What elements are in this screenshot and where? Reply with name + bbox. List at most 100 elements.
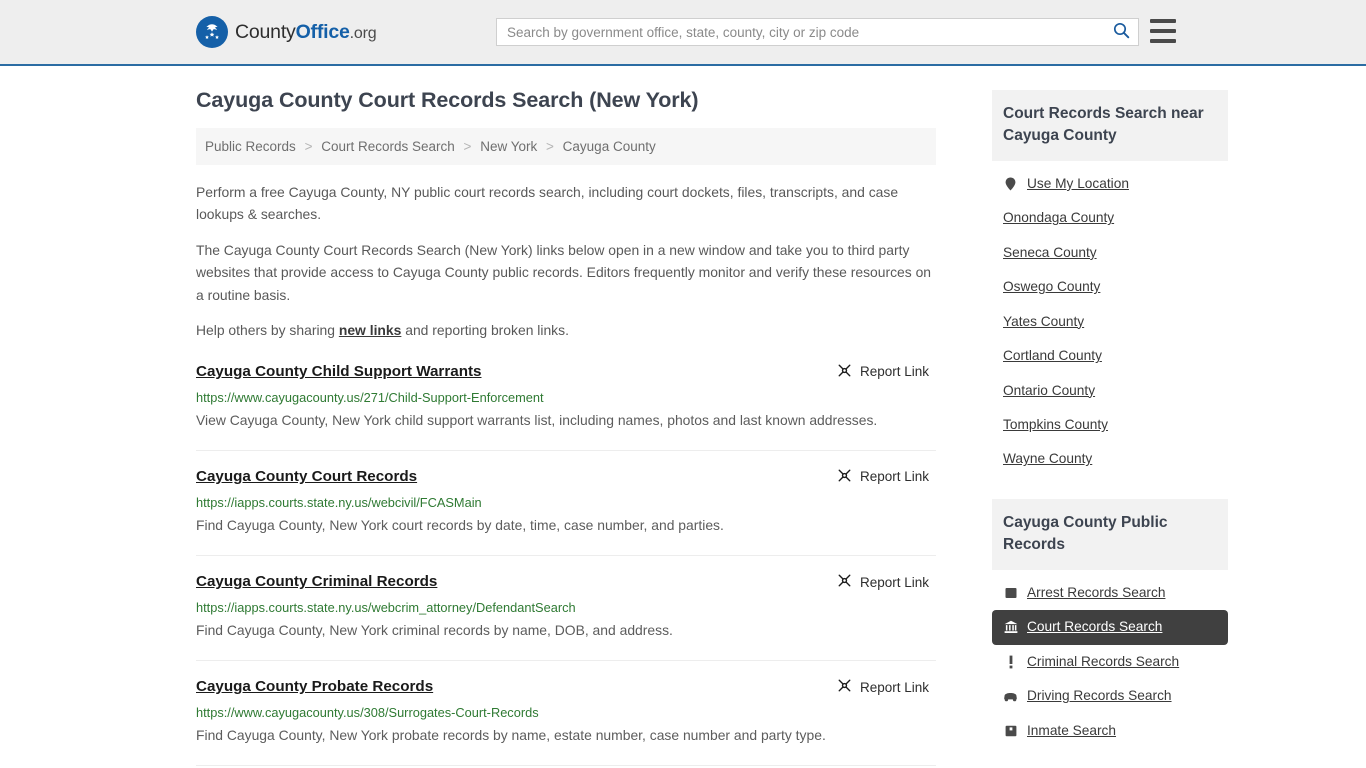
result-description: Find Cayuga County, New York probate rec… <box>196 727 826 744</box>
report-link-label: Report Link <box>859 679 929 695</box>
intro-p3-before: Help others by sharing <box>196 322 339 339</box>
list-item: Court Records Search <box>992 610 1228 645</box>
result-url: https://iapps.courts.state.ny.us/webcrim… <box>196 599 576 615</box>
broken-link-icon <box>837 573 852 591</box>
sidebar-item-seneca-county[interactable]: Seneca County <box>992 236 1228 270</box>
result-url: https://www.cayugacounty.us/271/Child-Su… <box>196 389 544 405</box>
breadcrumb-item-0[interactable]: Public Records <box>205 139 296 154</box>
sidebar-item-label: Oswego County <box>1003 279 1101 295</box>
sidebar-item-wayne-county[interactable]: Wayne County <box>992 442 1228 476</box>
report-link-button[interactable]: Report Link <box>837 678 929 696</box>
breadcrumb-separator-0: > <box>304 138 313 154</box>
search-bar <box>496 18 1139 46</box>
list-item: Seneca County <box>992 236 1228 270</box>
result-description: Find Cayuga County, New York court recor… <box>196 517 724 534</box>
intro-paragraph-1: Perform a free Cayuga County, NY public … <box>196 183 899 223</box>
intro-paragraph-3: Help others by sharing new links and rep… <box>196 319 936 342</box>
report-link-button[interactable]: Report Link <box>837 468 929 486</box>
list-item: Ontario County <box>992 374 1228 408</box>
breadcrumb-separator-2: > <box>546 138 554 154</box>
report-link-label: Report Link <box>859 364 929 380</box>
report-link-button[interactable]: Report Link <box>837 573 929 591</box>
result-url: https://iapps.courts.state.ny.us/webcivi… <box>196 494 482 510</box>
breadcrumb-item-1[interactable]: Court Records Search <box>321 139 455 154</box>
result-title-link[interactable]: Cayuga County Child Support Warrants <box>196 362 481 382</box>
square-badge-icon <box>1003 586 1018 601</box>
sidebar-item-cortland-county[interactable]: Cortland County <box>992 339 1228 373</box>
sidebar-item-label: Inmate Search <box>1027 722 1117 738</box>
breadcrumb-item-3[interactable]: Cayuga County <box>563 139 656 154</box>
inmate-icon <box>1003 723 1018 738</box>
sidebar-nearby-title: Court Records Search near Cayuga County <box>992 90 1228 161</box>
sidebar-item-driving-records-search[interactable]: Driving Records Search <box>992 679 1228 713</box>
result-title-link[interactable]: Cayuga County Court Records <box>196 467 417 487</box>
courthouse-icon <box>1003 620 1018 635</box>
main-content: Cayuga County Court Records Search (New … <box>196 66 936 768</box>
sidebar-item-ontario-county[interactable]: Ontario County <box>992 374 1228 408</box>
list-item: Wayne County <box>992 442 1228 476</box>
report-link-button[interactable]: Report Link <box>837 363 929 381</box>
brand-part-office: Office <box>295 20 350 43</box>
search-input[interactable] <box>497 19 1104 45</box>
intro-p3-after: and reporting broken links. <box>401 322 569 339</box>
sidebar-public-records-title: Cayuga County Public Records <box>992 498 1228 570</box>
intro-paragraph-2: The Cayuga County Court Records Search (… <box>196 241 932 303</box>
eagle-seal-icon <box>196 16 228 48</box>
sidebar-item-criminal-records-search[interactable]: Criminal Records Search <box>992 645 1228 679</box>
sidebar-item-label: Seneca County <box>1003 244 1097 260</box>
search-icon <box>1113 22 1130 42</box>
broken-link-icon <box>837 363 852 381</box>
result-header: Cayuga County Court Records Report Link <box>196 467 936 487</box>
sidebar-item-label: Cortland County <box>1003 348 1102 364</box>
broken-link-icon <box>837 468 852 486</box>
sidebar-item-label: Wayne County <box>1003 451 1093 467</box>
breadcrumb: Public Records > Court Records Search > … <box>196 127 936 165</box>
result-title-link[interactable]: Cayuga County Criminal Records <box>196 572 437 592</box>
intro-text: Perform a free Cayuga County, NY public … <box>196 181 936 342</box>
result-header: Cayuga County Criminal Records Report Li… <box>196 572 936 592</box>
sidebar-item-use-my-location[interactable]: Use My Location <box>992 167 1228 201</box>
sidebar-item-inmate-search[interactable]: Inmate Search <box>992 714 1228 748</box>
result-title-link[interactable]: Cayuga County Probate Records <box>196 677 433 697</box>
result-item: Cayuga County Court Records Report Link … <box>196 467 936 556</box>
sidebar-item-court-records-search[interactable]: Court Records Search <box>992 610 1228 645</box>
sidebar-item-label: Use My Location <box>1027 175 1129 191</box>
result-description: Find Cayuga County, New York criminal re… <box>196 622 673 639</box>
sidebar-item-oswego-county[interactable]: Oswego County <box>992 270 1228 304</box>
broken-link-icon <box>837 678 852 696</box>
result-header: Cayuga County Probate Records Report Lin… <box>196 677 936 697</box>
list-item: Inmate Search <box>992 714 1228 748</box>
brand-part-org: .org <box>349 24 377 42</box>
result-header: Cayuga County Child Support Warrants Rep… <box>196 362 936 382</box>
new-links-link[interactable]: new links <box>339 322 402 338</box>
hamburger-menu-icon[interactable] <box>1150 19 1176 43</box>
list-item: Tompkins County <box>992 408 1228 442</box>
map-pin-icon <box>1003 177 1018 192</box>
sidebar-item-arrest-records-search[interactable]: Arrest Records Search <box>992 576 1228 610</box>
sidebar-item-onondaga-county[interactable]: Onondaga County <box>992 201 1228 235</box>
sidebar-item-label: Driving Records Search <box>1027 688 1172 704</box>
site-logo[interactable]: CountyOffice.org <box>196 16 377 48</box>
breadcrumb-item-2[interactable]: New York <box>480 139 537 154</box>
sidebar-item-label: Onondaga County <box>1003 210 1115 226</box>
list-item: Use My Location <box>992 167 1228 201</box>
page-title: Cayuga County Court Records Search (New … <box>196 88 699 112</box>
report-link-label: Report Link <box>859 469 929 485</box>
result-description: View Cayuga County, New York child suppo… <box>196 412 878 429</box>
search-button[interactable] <box>1104 19 1138 45</box>
result-item: Cayuga County Child Support Warrants Rep… <box>196 362 936 451</box>
result-item: Cayuga County Probate Records Report Lin… <box>196 677 936 767</box>
result-item: Cayuga County Criminal Records Report Li… <box>196 572 936 662</box>
sidebar-item-tompkins-county[interactable]: Tompkins County <box>992 408 1228 442</box>
site-header: CountyOffice.org <box>0 0 1366 66</box>
sidebar-item-label: Yates County <box>1003 313 1085 329</box>
menu-bar-2 <box>1150 29 1176 33</box>
sidebar-item-label: Tompkins County <box>1003 417 1108 432</box>
sidebar-item-label: Arrest Records Search <box>1027 584 1166 600</box>
breadcrumb-separator-1: > <box>463 138 472 154</box>
menu-bar-3 <box>1150 39 1176 43</box>
sidebar-item-yates-county[interactable]: Yates County <box>992 305 1228 339</box>
exclamation-icon <box>1003 654 1018 669</box>
sidebar-item-label: Ontario County <box>1003 382 1096 398</box>
results-list: Cayuga County Child Support Warrants Rep… <box>196 362 936 767</box>
